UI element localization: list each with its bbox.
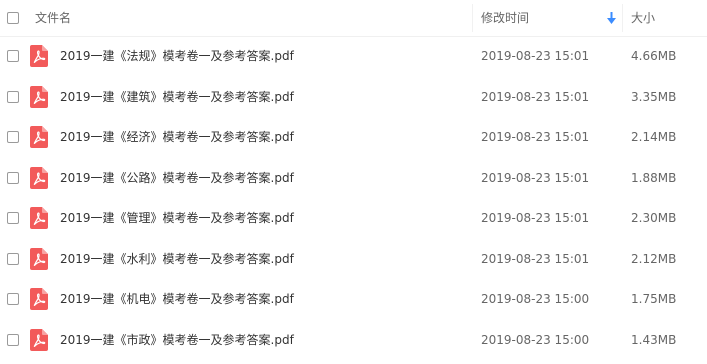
file-size: 4.66MB: [631, 49, 677, 63]
file-modified-time: 2019-08-23 15:01: [481, 170, 590, 185]
file-row[interactable]: 2019一建《建筑》模考卷一及参考答案.pdf 2019-08-23 15:01 3…: [0, 77, 707, 117]
row-checkbox[interactable]: [7, 212, 19, 224]
file-list-header: 文件名 修改时间 大小: [0, 0, 707, 37]
file-name[interactable]: 2019一建《经济》模考卷一及参考答案.pdf: [60, 130, 294, 144]
file-name[interactable]: 2019一建《管理》模考卷一及参考答案.pdf: [60, 211, 294, 225]
file-row[interactable]: 2019一建《经济》模考卷一及参考答案.pdf 2019-08-23 15:01 2…: [0, 117, 707, 157]
file-size: 2.14MB: [631, 130, 677, 144]
file-size: 3.35MB: [631, 89, 677, 104]
file-name[interactable]: 2019一建《建筑》模考卷一及参考答案.pdf: [60, 90, 294, 104]
column-header-modified[interactable]: 修改时间: [481, 11, 529, 25]
row-checkbox[interactable]: [7, 293, 19, 305]
row-checkbox[interactable]: [7, 333, 19, 346]
pdf-icon: [30, 45, 48, 67]
select-all-checkbox[interactable]: [7, 12, 19, 24]
pdf-icon: [30, 207, 48, 229]
file-modified-time: 2019-08-23 15:01: [481, 89, 590, 104]
file-size: 1.75MB: [631, 292, 677, 306]
file-modified-time: 2019-08-23 15:01: [481, 130, 590, 144]
file-name[interactable]: 2019一建《水利》模考卷一及参考答案.pdf: [60, 252, 294, 266]
pdf-icon: [30, 166, 48, 189]
file-size: 1.43MB: [631, 332, 677, 347]
file-name[interactable]: 2019一建《机电》模考卷一及参考答案.pdf: [60, 292, 294, 306]
row-checkbox[interactable]: [7, 252, 19, 265]
file-modified-time: 2019-08-23 15:01: [481, 49, 590, 63]
file-size: 2.30MB: [631, 211, 677, 225]
column-divider[interactable]: [472, 4, 473, 32]
file-row[interactable]: 2019一建《公路》模考卷一及参考答案.pdf 2019-08-23 15:01 1…: [0, 158, 707, 198]
file-row[interactable]: 2019一建《机电》模考卷一及参考答案.pdf 2019-08-23 15:00 1…: [0, 279, 707, 319]
row-checkbox[interactable]: [7, 171, 19, 184]
file-name[interactable]: 2019一建《法规》模考卷一及参考答案.pdf: [60, 49, 294, 63]
file-name[interactable]: 2019一建《公路》模考卷一及参考答案.pdf: [60, 171, 294, 185]
pdf-icon: [30, 328, 48, 351]
column-divider[interactable]: [622, 4, 623, 32]
file-row[interactable]: 2019一建《水利》模考卷一及参考答案.pdf 2019-08-23 15:01 2…: [0, 239, 707, 279]
file-modified-time: 2019-08-23 15:00: [481, 292, 590, 306]
column-header-name[interactable]: 文件名: [35, 11, 71, 25]
row-checkbox[interactable]: [7, 131, 19, 143]
file-row[interactable]: 2019一建《市政》模考卷一及参考答案.pdf 2019-08-23 15:00 1…: [0, 320, 707, 360]
row-checkbox[interactable]: [7, 90, 19, 103]
file-size: 2.12MB: [631, 251, 677, 266]
pdf-icon: [30, 288, 48, 310]
file-list: 文件名 修改时间 大小 2019一建《法规》模考卷一及参考答案.pdf 2019-…: [0, 0, 707, 364]
sort-descending-icon[interactable]: [607, 12, 616, 24]
row-checkbox[interactable]: [7, 50, 19, 62]
pdf-icon: [30, 126, 48, 148]
file-modified-time: 2019-08-23 15:01: [481, 251, 590, 266]
file-size: 1.88MB: [631, 170, 677, 185]
file-row[interactable]: 2019一建《法规》模考卷一及参考答案.pdf 2019-08-23 15:01 4…: [0, 36, 707, 76]
file-modified-time: 2019-08-23 15:00: [481, 332, 590, 347]
pdf-icon: [30, 85, 48, 108]
pdf-icon: [30, 247, 48, 270]
file-name[interactable]: 2019一建《市政》模考卷一及参考答案.pdf: [60, 333, 294, 347]
file-modified-time: 2019-08-23 15:01: [481, 211, 590, 225]
file-row[interactable]: 2019一建《管理》模考卷一及参考答案.pdf 2019-08-23 15:01 2…: [0, 198, 707, 238]
column-header-size[interactable]: 大小: [631, 11, 655, 25]
